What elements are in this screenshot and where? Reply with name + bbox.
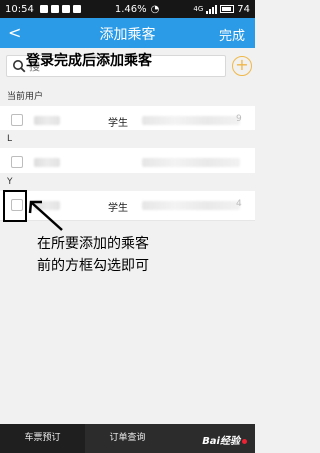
warning-icon bbox=[61, 5, 70, 13]
done-button[interactable]: 完成 bbox=[219, 25, 245, 44]
passenger-id-redacted bbox=[142, 116, 240, 125]
status-icons bbox=[39, 5, 81, 13]
passenger-id-redacted bbox=[142, 201, 240, 210]
passenger-id-tail: 9 bbox=[236, 114, 242, 124]
wifi-icon: ◔ bbox=[150, 3, 160, 15]
notification-icon bbox=[39, 5, 48, 13]
passenger-name-redacted bbox=[34, 116, 60, 125]
status-time: 10:54 bbox=[5, 3, 34, 15]
battery-level: 74 bbox=[237, 3, 250, 15]
passenger-id-redacted bbox=[142, 158, 240, 167]
status-right: 4G 74 bbox=[193, 4, 250, 15]
passenger-id-tail: 4 bbox=[236, 199, 242, 209]
battery-icon bbox=[220, 5, 235, 13]
instruction-line-2: 前的方框勾选即可 bbox=[37, 258, 149, 274]
passenger-name-redacted bbox=[34, 158, 60, 167]
image-icon bbox=[50, 5, 59, 13]
network-label: 4G bbox=[193, 5, 204, 13]
pointer-arrow-icon bbox=[28, 200, 63, 231]
instruction-text: 在所要添加的乘客 前的方框勾选即可 bbox=[37, 233, 149, 277]
passenger-type: 学生 bbox=[108, 203, 128, 214]
status-percent: 1.46% bbox=[114, 3, 147, 15]
bottom-tab-bar: 车票预订 订单查询 Bai经验 bbox=[0, 424, 255, 453]
signal-icon bbox=[206, 4, 218, 14]
status-mid: 1.46% ◔ bbox=[115, 4, 160, 15]
tab-ticket-booking[interactable]: 车票预订 bbox=[0, 424, 85, 453]
nav-bar: < 添加乘客 完成 bbox=[0, 18, 255, 48]
page-title: 添加乘客 bbox=[99, 27, 156, 43]
message-icon bbox=[72, 5, 81, 13]
search-area: 登录完成后添加乘客 + bbox=[0, 48, 255, 86]
watermark-logo: Bai经验 bbox=[202, 432, 247, 447]
section-header-l: L bbox=[0, 130, 255, 148]
section-header-y: Y bbox=[0, 173, 255, 191]
passenger-type: 学生 bbox=[108, 118, 128, 129]
status-bar: 10:54 1.46% ◔ 4G 74 bbox=[0, 0, 255, 18]
passenger-checkbox[interactable] bbox=[11, 156, 23, 168]
search-icon bbox=[13, 60, 26, 73]
add-passenger-button[interactable]: + bbox=[232, 56, 252, 76]
instruction-line-1: 在所要添加的乘客 bbox=[37, 236, 149, 252]
annotation-login-then-add: 登录完成后添加乘客 bbox=[26, 53, 152, 69]
tab-order-query[interactable]: 订单查询 bbox=[85, 424, 170, 453]
checkbox-highlight-box bbox=[3, 190, 27, 222]
passenger-checkbox[interactable] bbox=[11, 114, 23, 126]
section-header-current-user: 当前用户 bbox=[0, 88, 255, 106]
